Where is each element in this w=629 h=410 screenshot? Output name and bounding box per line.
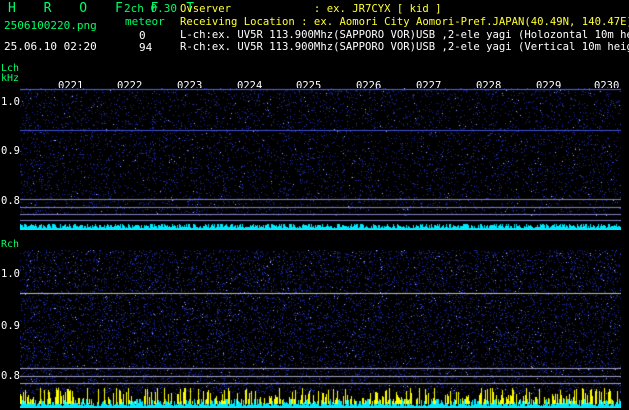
mode-label: 2ch 0.30 [124,2,177,15]
lch-spectrogram [20,88,621,230]
rch-y-tick: 1.0 [1,268,20,280]
lch-y-tick: 0.8 [1,195,20,207]
observer-info: Ovserver : ex. JR7CYX [ kid ] [180,3,442,15]
lch-y-tick: 1.0 [1,96,20,108]
filename: 2506100220.png [4,19,97,32]
rch-info: R-ch:ex. UV5R 113.900Mhz(SAPPORO VOR)USB… [180,41,629,53]
meteor-label: meteor [125,15,165,28]
datetime: 25.06.10 02:20 [4,40,97,53]
khz-label: kHz [1,73,20,84]
lch-y-tick: 0.9 [1,145,20,157]
meteor-count-r: 94 [139,41,153,54]
rch-label: Rch [1,239,20,250]
rch-y-tick: 0.9 [1,320,20,332]
rch-y-tick: 0.8 [1,370,20,382]
lch-info: L-ch:ex. UV5R 113.900Mhz(SAPPORO VOR)USB… [180,29,629,41]
location-info: Receiving Location : ex. Aomori City Aom… [180,16,629,28]
meteor-count-l: 0 [139,29,146,42]
rch-spectrogram [20,250,621,408]
